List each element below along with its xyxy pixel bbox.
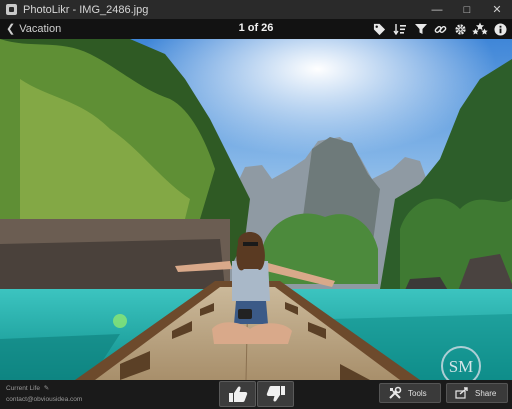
toolbar: ❮ Vacation 1 of 26	[0, 19, 512, 39]
link-icon[interactable]	[432, 21, 448, 37]
photo-image: SM	[0, 39, 512, 380]
close-button[interactable]: ✕	[482, 0, 512, 19]
contact-email-link[interactable]: contact@obviousidea.com	[6, 396, 82, 403]
edit-pencil-icon[interactable]: ✎	[44, 385, 49, 392]
thumbs-up-icon	[228, 386, 247, 402]
share-label: Share	[475, 388, 497, 398]
sort-icon[interactable]	[392, 21, 408, 37]
chevron-left-icon: ❮	[6, 23, 16, 35]
tools-icon	[389, 386, 402, 399]
info-icon[interactable]	[492, 21, 508, 37]
minimize-button[interactable]: —	[422, 0, 452, 19]
app-icon	[6, 4, 17, 15]
thumbs-down-icon	[266, 386, 285, 402]
window-title: PhotoLikr - IMG_2486.jpg	[23, 3, 149, 16]
filter-icon[interactable]	[413, 21, 429, 37]
like-button[interactable]	[219, 381, 256, 407]
tag-icon[interactable]	[371, 21, 387, 37]
back-button[interactable]: ❮ Vacation	[6, 22, 62, 36]
gear-icon[interactable]	[452, 21, 468, 37]
tools-button[interactable]: Tools	[379, 383, 441, 403]
dislike-button[interactable]	[257, 381, 294, 407]
maximize-button[interactable]: □	[452, 0, 482, 19]
watermark-logo: SM	[449, 357, 474, 376]
album-name: Vacation	[19, 22, 62, 35]
main-photo[interactable]: SM	[0, 39, 512, 380]
share-icon	[455, 387, 468, 399]
rating-stars-icon[interactable]	[472, 21, 488, 37]
tools-label: Tools	[408, 388, 427, 398]
photo-caption[interactable]: Current Life ✎	[6, 384, 49, 392]
share-button[interactable]: Share	[446, 383, 508, 403]
